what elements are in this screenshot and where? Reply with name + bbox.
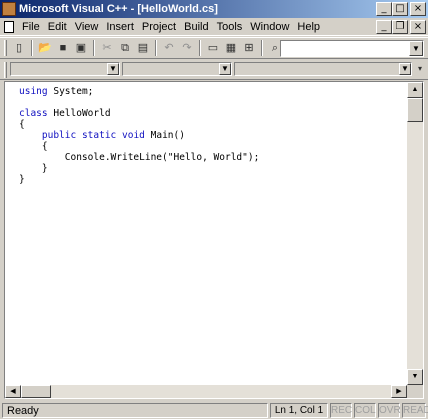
keyword: void — [122, 130, 145, 141]
menu-window[interactable]: Window — [246, 21, 293, 33]
scroll-down-button[interactable]: ▼ — [407, 369, 423, 385]
doc-minimize-button[interactable]: _ — [376, 20, 392, 34]
title-bar[interactable]: Microsoft Visual C++ - [HelloWorld.cs] _… — [0, 0, 428, 18]
cursor-position: Ln 1, Col 1 — [270, 403, 328, 418]
paste-icon[interactable]: ▤ — [135, 40, 151, 56]
window-title: Microsoft Visual C++ - [HelloWorld.cs] — [19, 3, 218, 15]
source-code[interactable]: using System;​class HelloWorld{ public s… — [19, 86, 259, 185]
code-line: } — [19, 174, 25, 185]
maximize-button[interactable]: □ — [392, 2, 408, 16]
code-editor[interactable]: using System;​class HelloWorld{ public s… — [5, 82, 407, 385]
keyword: public — [41, 130, 77, 141]
doc-close-button[interactable]: × — [410, 20, 426, 34]
menu-bar: File Edit View Insert Project Build Tool… — [0, 18, 428, 36]
cut-icon[interactable]: ✂ — [99, 40, 115, 56]
code-line: public static void Main() — [41, 130, 185, 141]
save-all-icon[interactable]: ▣ — [73, 40, 89, 56]
status-rec: REC — [330, 403, 353, 418]
vertical-scroll-thumb[interactable] — [407, 98, 423, 122]
minimize-button[interactable]: _ — [376, 2, 392, 16]
scroll-left-button[interactable]: ◀ — [5, 385, 21, 398]
menu-project[interactable]: Project — [138, 21, 180, 33]
code-line: { — [19, 119, 25, 130]
copy-icon[interactable]: ⧉ — [117, 40, 133, 56]
status-message: Ready — [2, 403, 268, 418]
save-icon[interactable]: ■ — [55, 40, 71, 56]
horizontal-scroll-thumb[interactable] — [21, 385, 51, 398]
undo-icon[interactable]: ↶ — [161, 40, 177, 56]
standard-toolbar: ▯ 📂 ■ ▣ ✂ ⧉ ▤ ↶ ↷ ▭ ▦ ⊞ ⌕ ▼ — [0, 37, 428, 59]
document-icon[interactable] — [4, 20, 14, 33]
members-combo[interactable]: ▼ — [234, 62, 412, 76]
scrollbar-corner — [407, 385, 423, 398]
menu-edit[interactable]: Edit — [44, 21, 71, 33]
workspace-icon[interactable]: ▭ — [205, 40, 221, 56]
chevron-down-icon[interactable]: ▼ — [399, 63, 411, 75]
chevron-down-icon[interactable]: ▼ — [219, 63, 231, 75]
toolbar-grip[interactable] — [4, 40, 7, 56]
status-bar: Ready Ln 1, Col 1 REC COL OVR READ — [0, 401, 428, 419]
code-line: { — [19, 141, 48, 152]
document-caption-buttons: _ ❐ × — [376, 20, 426, 34]
code-line: class HelloWorld — [19, 108, 111, 119]
toolbar-separator — [155, 40, 157, 56]
toolbar-separator — [93, 40, 95, 56]
close-button[interactable]: × — [410, 2, 426, 16]
wizardbar-grip[interactable] — [4, 62, 7, 78]
find-combo[interactable]: ▼ — [280, 40, 424, 57]
menu-insert[interactable]: Insert — [102, 21, 138, 33]
code-line: ​ — [19, 97, 259, 108]
new-file-icon[interactable]: ▯ — [11, 40, 27, 56]
filter-combo[interactable]: ▼ — [122, 62, 232, 76]
code-line: using System; — [19, 86, 94, 97]
status-read: READ — [402, 403, 428, 418]
menu-tools[interactable]: Tools — [213, 21, 247, 33]
ide-window: Microsoft Visual C++ - [HelloWorld.cs] _… — [0, 0, 428, 419]
output-icon[interactable]: ▦ — [223, 40, 239, 56]
menu-view[interactable]: View — [71, 21, 103, 33]
caption-buttons: _ □ × — [376, 2, 426, 16]
toolbar-separator — [199, 40, 201, 56]
toolbar-separator — [31, 40, 33, 56]
app-icon[interactable] — [2, 2, 16, 16]
doc-restore-button[interactable]: ❐ — [392, 20, 408, 34]
keyword: static — [81, 130, 117, 141]
wizard-action-icon[interactable]: ▾ — [414, 62, 426, 76]
toolbar-separator — [261, 40, 263, 56]
horizontal-scrollbar[interactable]: ◀ ▶ — [5, 385, 407, 398]
code-line: Console.WriteLine("Hello, World"); — [64, 152, 260, 163]
scroll-up-button[interactable]: ▲ — [407, 82, 423, 98]
open-folder-icon[interactable]: 📂 — [37, 40, 53, 56]
status-ovr: OVR — [378, 403, 401, 418]
chevron-down-icon[interactable]: ▼ — [107, 63, 119, 75]
vertical-scrollbar[interactable]: ▲ ▼ — [407, 82, 423, 385]
menu-build[interactable]: Build — [180, 21, 212, 33]
menu-help[interactable]: Help — [293, 21, 324, 33]
keyword: using — [19, 86, 48, 97]
code-line: } — [19, 163, 48, 174]
keyword: class — [19, 108, 48, 119]
scroll-right-button[interactable]: ▶ — [391, 385, 407, 398]
redo-icon[interactable]: ↷ — [179, 40, 195, 56]
menu-file[interactable]: File — [18, 21, 44, 33]
status-col: COL — [354, 403, 376, 418]
wizard-bar: ▼ ▼ ▼ ▾ — [0, 60, 428, 80]
window-list-icon[interactable]: ⊞ — [241, 40, 257, 56]
class-combo[interactable]: ▼ — [10, 62, 120, 76]
chevron-down-icon[interactable]: ▼ — [409, 41, 423, 56]
